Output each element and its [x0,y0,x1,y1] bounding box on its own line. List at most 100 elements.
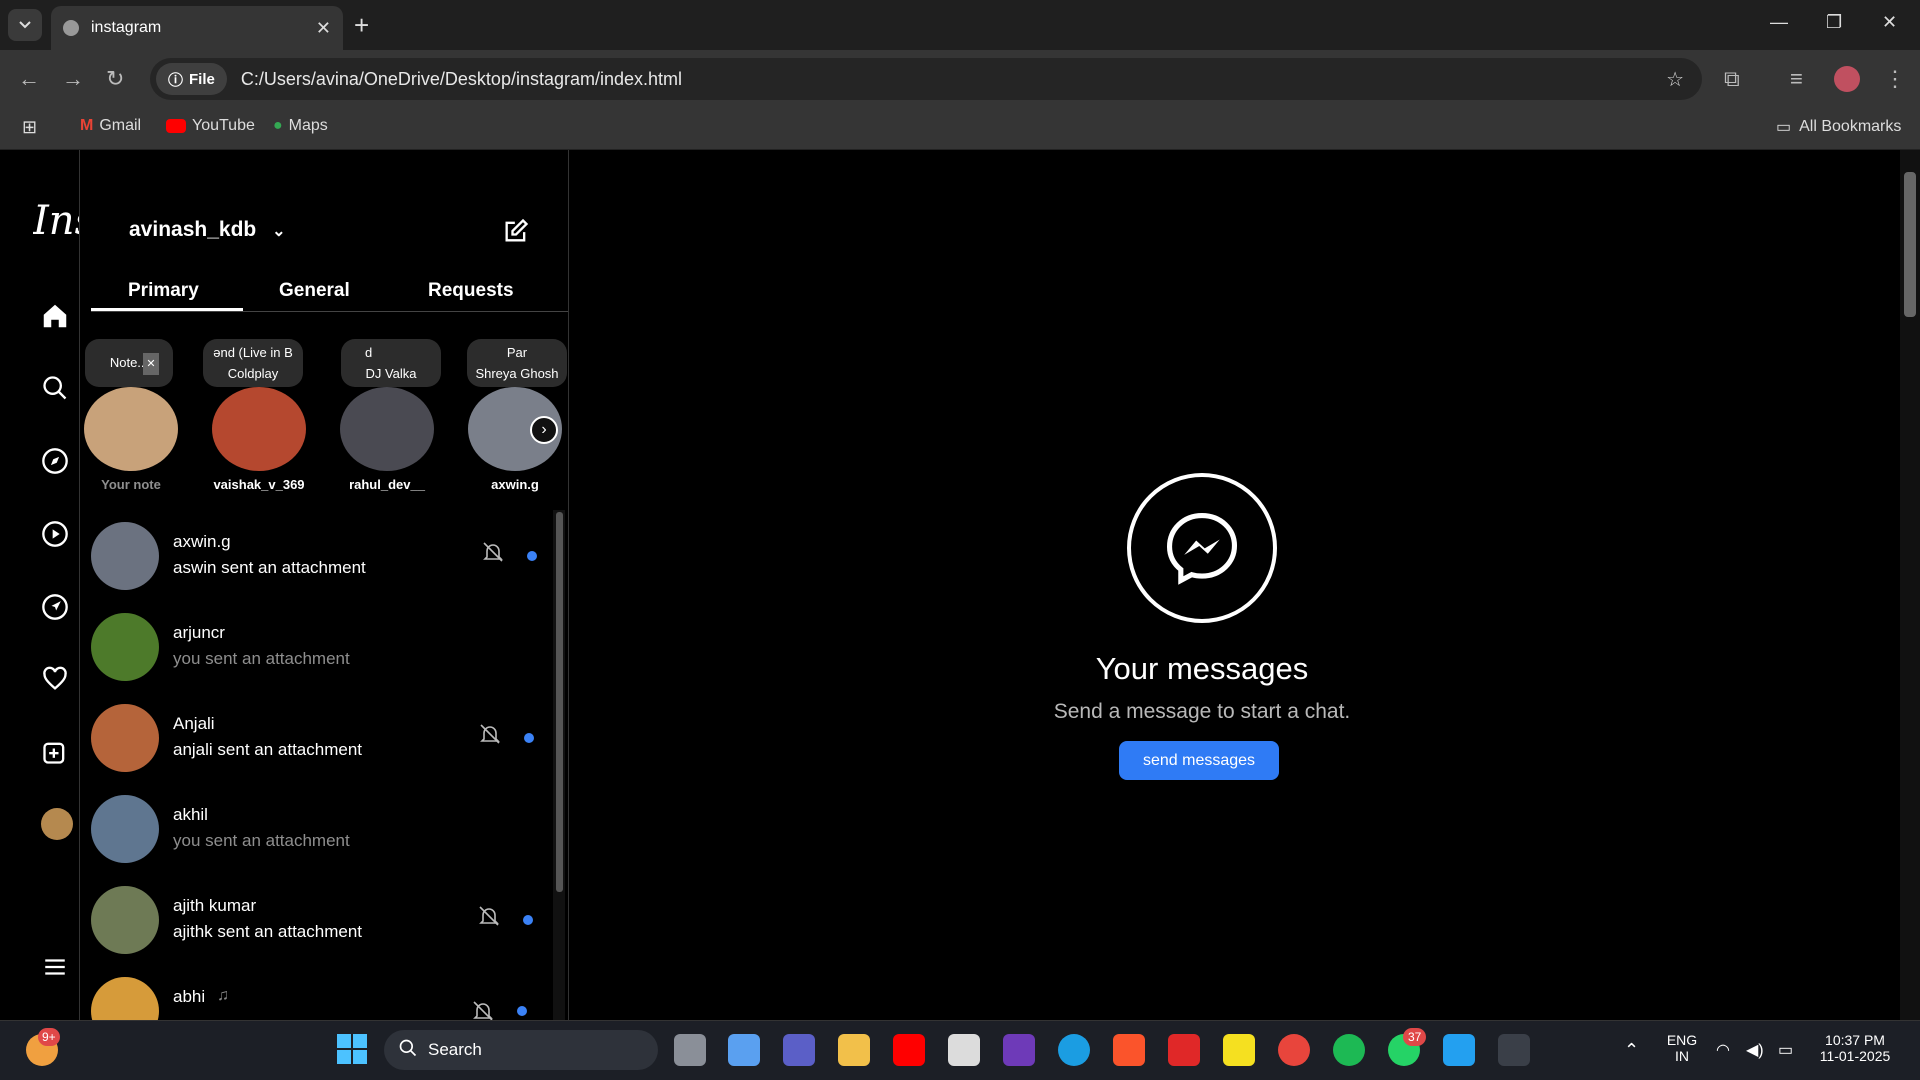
close-window-button[interactable]: ✕ [1882,12,1897,33]
vscode-icon[interactable] [1443,1034,1475,1066]
left-navigation [0,150,80,1020]
whatsapp-badge: 37 [1403,1028,1427,1046]
conversation-row[interactable]: axwin.g aswin sent an attachment [91,522,551,610]
explore-icon[interactable] [38,444,72,478]
task-view-icon[interactable] [674,1034,706,1066]
story-avatar[interactable] [84,387,178,471]
note-bubble[interactable]: ənd (Live in B Coldplay [203,339,303,387]
new-message-icon[interactable] [502,217,530,250]
bookmark-maps[interactable]: ● Maps [273,117,328,135]
muted-bell-icon [481,540,505,569]
avatar [91,977,159,1020]
home-icon[interactable] [38,299,72,333]
site-info-chip[interactable]: ⓘ File [156,63,227,95]
copilot-icon[interactable] [728,1034,760,1066]
wifi-icon[interactable]: ◠ [1716,1040,1730,1060]
restore-button[interactable]: ❐ [1826,12,1842,33]
conversation-row[interactable]: akhil you sent an attachment [91,795,551,883]
note-bubble[interactable]: Par Shreya Ghosh [467,339,567,387]
address-bar[interactable]: ⓘ File C:/Users/avina/OneDrive/Desktop/i… [150,58,1702,100]
edge-icon[interactable] [1058,1034,1090,1066]
maps-icon: ● [273,117,283,134]
terminal-icon[interactable] [1498,1034,1530,1066]
avatar [91,613,159,681]
weather-badge: 9+ [38,1028,60,1046]
tab-close-icon[interactable]: ✕ [316,18,331,39]
create-icon[interactable] [38,735,72,769]
tab-requests[interactable]: Requests [428,280,514,302]
account-switcher[interactable]: avinash_kdb ⌄ [129,218,285,242]
bookmark-gmail[interactable]: M Gmail [80,117,141,135]
excel-app-icon[interactable] [1223,1034,1255,1066]
note-close-icon[interactable]: ✕ [143,353,159,375]
new-tab-button[interactable]: + [354,10,369,41]
muted-bell-icon [478,722,502,751]
page-scrollbar[interactable] [1900,150,1920,1020]
carousel-next-icon[interactable]: › [530,416,558,444]
story-avatar[interactable] [340,387,434,471]
tab-favicon-icon [63,20,79,36]
upwork-icon[interactable] [1003,1034,1035,1066]
file-explorer-icon[interactable] [838,1034,870,1066]
story-name: axwin.g [491,477,539,492]
conversation-row[interactable]: abhi ♫ [91,977,551,1020]
search-icon[interactable] [38,371,72,405]
conversation-row[interactable]: Anjali anjali sent an attachment [91,704,551,792]
tab-divider [91,311,568,312]
spotify-icon[interactable] [1333,1034,1365,1066]
battery-icon[interactable]: ▭ [1778,1040,1793,1060]
reload-icon[interactable]: ↻ [106,66,124,92]
minimize-button[interactable]: — [1770,12,1788,33]
browser-menu-icon[interactable]: ⋮ [1884,66,1906,92]
avatar [91,795,159,863]
story-avatar[interactable] [212,387,306,471]
clock[interactable]: 10:37 PM 11-01-2025 [1812,1032,1898,1064]
browser-tab[interactable]: instagram ✕ [51,6,343,50]
note-bubble[interactable]: d DJ Valka [341,339,441,387]
media-control-icon[interactable]: ≡ [1790,66,1803,92]
show-hidden-icons[interactable]: ⌃ [1624,1040,1639,1061]
language-indicator[interactable]: ENG IN [1664,1032,1700,1064]
more-menu-icon[interactable] [38,950,72,984]
avatar [91,704,159,772]
start-windows-icon[interactable] [337,1034,367,1064]
tab-primary[interactable]: Primary [128,280,199,302]
note-bubble[interactable]: Note... ✕ [85,339,173,387]
anydesk-icon[interactable] [1168,1034,1200,1066]
story-name: Your note [101,477,161,492]
apps-grid-icon[interactable]: ⊞ [22,117,37,138]
bookmark-star-icon[interactable]: ☆ [1666,67,1684,92]
unread-dot [527,551,537,561]
notifications-heart-icon[interactable] [38,662,72,696]
page-scrollbar-thumb[interactable] [1904,172,1916,317]
tab-search-button[interactable] [8,9,42,41]
messages-icon[interactable] [38,590,72,624]
all-bookmarks[interactable]: ▭ All Bookmarks [1776,117,1901,137]
back-icon[interactable]: ← [18,66,40,92]
profile-avatar[interactable] [1834,66,1860,92]
brave-icon[interactable] [1113,1034,1145,1066]
bookmark-youtube[interactable]: YouTube [166,117,255,135]
forward-icon[interactable]: → [62,66,84,92]
conversation-row[interactable]: arjuncr you sent an attachment [91,613,551,701]
youtube-app-icon[interactable] [893,1034,925,1066]
active-tab-indicator [91,308,243,311]
conversation-row[interactable]: ajith kumar ajithk sent an attachment [91,886,551,974]
tab-general[interactable]: General [279,280,350,302]
unread-dot [523,915,533,925]
send-messages-button[interactable]: send messages [1119,741,1279,780]
volume-icon[interactable]: ◀) [1746,1040,1764,1060]
teams-icon[interactable] [783,1034,815,1066]
messenger-icon [1127,473,1277,623]
inbox-scrollbar-thumb[interactable] [556,512,563,892]
chatgpt-icon[interactable] [948,1034,980,1066]
taskbar-search[interactable]: Search [384,1030,658,1070]
chrome-icon[interactable] [1278,1034,1310,1066]
story-name: rahul_dev__ [349,477,425,492]
instagram-logo[interactable]: Instagram [33,198,79,244]
reels-icon[interactable] [38,517,72,551]
empty-state-title: Your messages [1095,651,1309,686]
folder-icon: ▭ [1776,119,1792,136]
profile-avatar-nav[interactable] [41,808,73,840]
extensions-icon[interactable]: ⧉ [1724,66,1740,92]
